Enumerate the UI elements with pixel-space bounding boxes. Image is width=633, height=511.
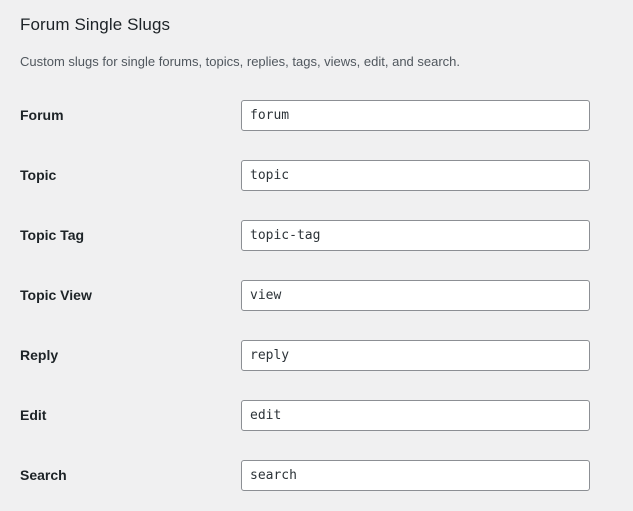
field-label-reply: Reply — [20, 347, 59, 363]
table-row: Search — [0, 446, 633, 506]
field-label-topic-tag: Topic Tag — [20, 227, 85, 243]
row-field-cell-forum — [241, 86, 633, 146]
slug-settings-rows: Forum Topic Topic Tag — [0, 86, 633, 506]
row-label-cell-edit: Edit — [0, 386, 241, 446]
row-field-cell-topic-tag — [241, 206, 633, 266]
table-row: Topic Tag — [0, 206, 633, 266]
forum-slug-input[interactable] — [241, 100, 590, 131]
row-field-cell-topic-view — [241, 266, 633, 326]
row-label-cell-forum: Forum — [0, 86, 241, 146]
row-label-cell-topic-tag: Topic Tag — [0, 206, 241, 266]
slug-settings-table: Forum Topic Topic Tag — [0, 86, 633, 506]
topic-tag-slug-input[interactable] — [241, 220, 590, 251]
field-label-topic: Topic — [20, 167, 57, 183]
page-title: Forum Single Slugs — [20, 15, 171, 34]
row-field-cell-topic — [241, 146, 633, 206]
row-field-cell-reply — [241, 326, 633, 386]
table-row: Reply — [0, 326, 633, 386]
field-label-topic-view: Topic View — [20, 287, 92, 303]
row-label-cell-topic: Topic — [0, 146, 241, 206]
row-label-cell-reply: Reply — [0, 326, 241, 386]
row-label-cell-search: Search — [0, 446, 241, 506]
row-label-cell-topic-view: Topic View — [0, 266, 241, 326]
reply-slug-input[interactable] — [241, 340, 590, 371]
search-slug-input[interactable] — [241, 460, 590, 491]
panel-description: Custom slugs for single forums, topics, … — [20, 54, 461, 69]
topic-slug-input[interactable] — [241, 160, 590, 191]
row-field-cell-edit — [241, 386, 633, 446]
field-label-edit: Edit — [20, 407, 47, 423]
row-field-cell-search — [241, 446, 633, 506]
table-row: Topic View — [0, 266, 633, 326]
table-row: Topic — [0, 146, 633, 206]
field-label-forum: Forum — [20, 107, 64, 123]
table-row: Edit — [0, 386, 633, 446]
edit-slug-input[interactable] — [241, 400, 590, 431]
field-label-search: Search — [20, 467, 67, 483]
topic-view-slug-input[interactable] — [241, 280, 590, 311]
table-row: Forum — [0, 86, 633, 146]
forum-single-slugs-panel: Forum Single Slugs Custom slugs for sing… — [0, 0, 633, 511]
